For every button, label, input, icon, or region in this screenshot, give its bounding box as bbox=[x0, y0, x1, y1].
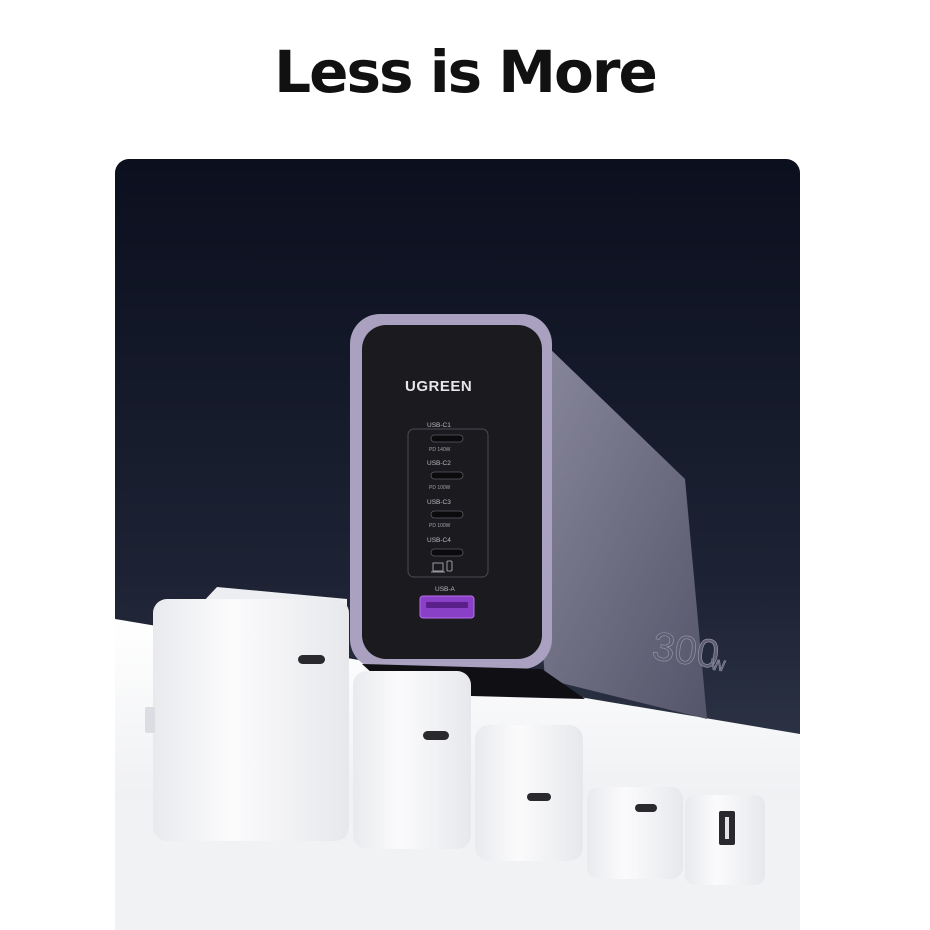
usb-c3-port bbox=[430, 510, 464, 519]
white-charger-small bbox=[475, 725, 583, 861]
port-label-usb-c3: USB-C3 bbox=[427, 499, 451, 506]
white-charger-usb-a bbox=[685, 795, 765, 885]
port-spec-usb-c1: PD 140W bbox=[429, 447, 451, 453]
page-title: Less is More bbox=[274, 38, 658, 106]
usb-c1-port bbox=[430, 434, 464, 443]
usb-c-port-icon bbox=[635, 804, 657, 812]
port-label-usb-c1: USB-C1 bbox=[427, 422, 451, 429]
brand-logo: UGREEN bbox=[405, 378, 472, 395]
product-image: UGREEN USB-C1 PD 140W USB-C2 PD 100W USB… bbox=[115, 159, 800, 930]
port-label-usb-c2: USB-C2 bbox=[427, 460, 451, 467]
port-label-usb-a: USB-A bbox=[435, 586, 456, 593]
white-charger-tiny bbox=[587, 787, 683, 879]
usb-c-port-icon bbox=[527, 793, 551, 801]
port-spec-usb-c2: PD 100W bbox=[429, 485, 451, 491]
usb-c-port-icon bbox=[298, 655, 325, 664]
white-charger-large bbox=[145, 587, 349, 841]
port-spec-usb-c3: PD 100W bbox=[429, 523, 451, 529]
white-charger-medium bbox=[353, 671, 471, 849]
usb-c-port-icon bbox=[423, 731, 449, 740]
usb-c2-port bbox=[430, 471, 464, 480]
port-label-usb-c4: USB-C4 bbox=[427, 537, 451, 544]
usb-c4-port bbox=[430, 548, 464, 557]
